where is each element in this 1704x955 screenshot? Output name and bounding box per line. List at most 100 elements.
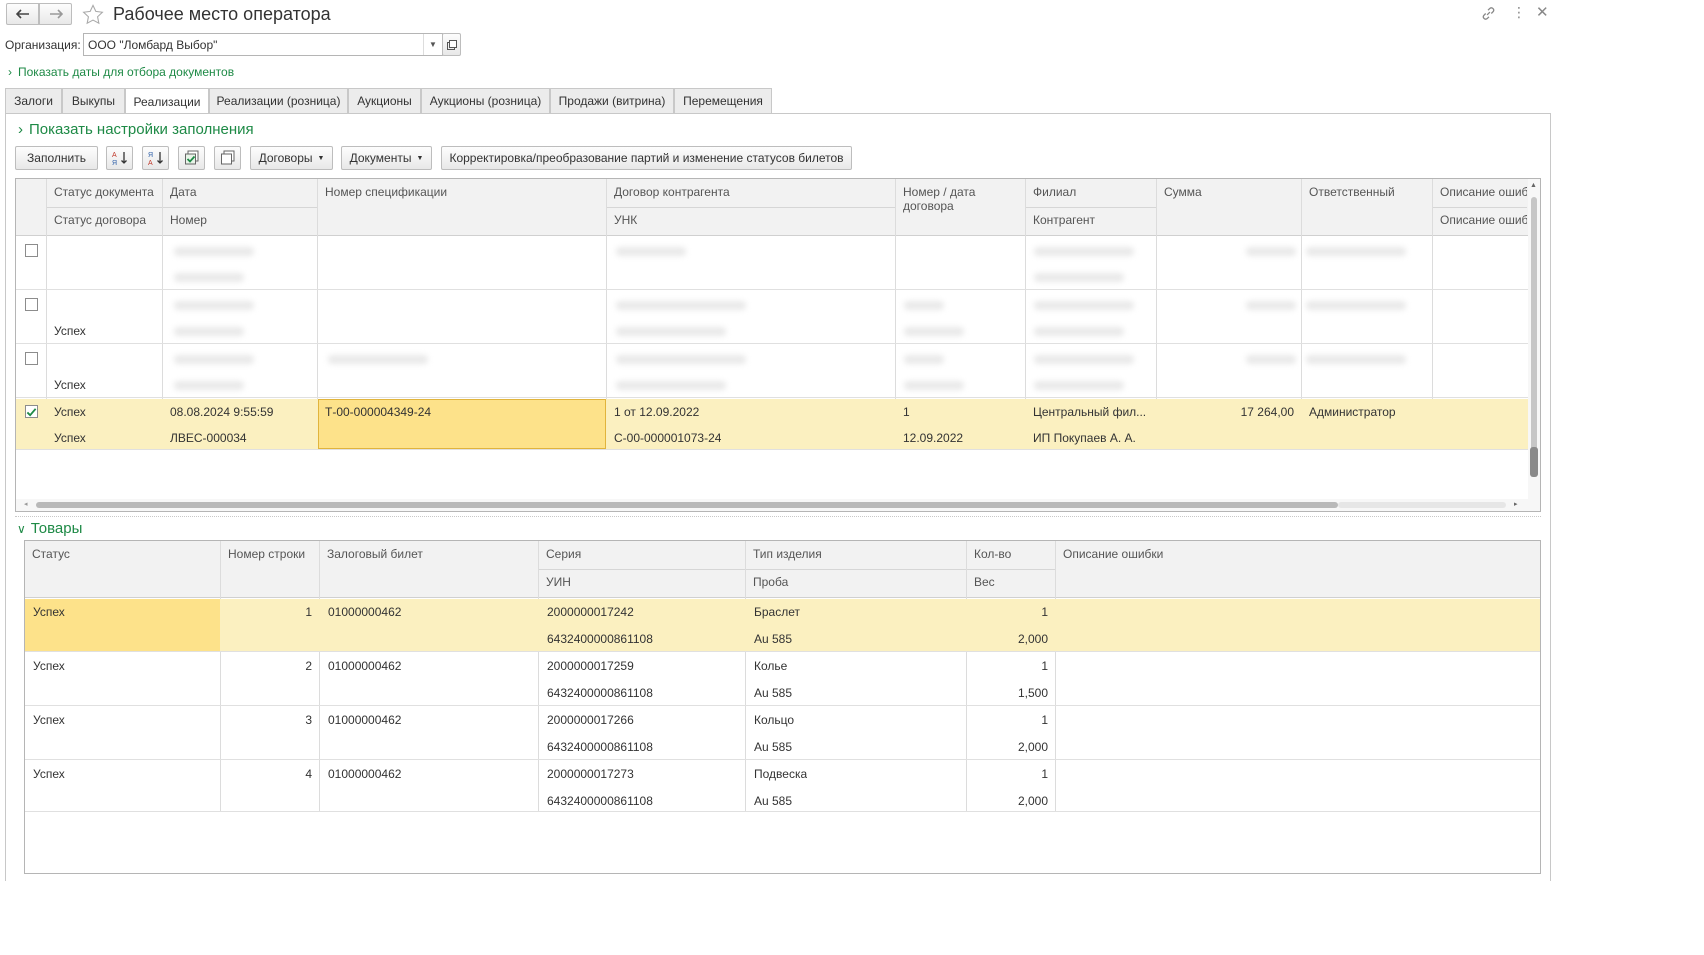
sort-asc-button[interactable]: AЯ (106, 146, 133, 170)
table-row[interactable] (16, 237, 1528, 290)
blurred-content (616, 355, 746, 364)
sort-descending-icon: ЯA (148, 152, 163, 166)
row-checkbox[interactable] (25, 298, 38, 311)
check-all-button[interactable] (178, 146, 205, 170)
scroll-left-arrow-icon[interactable]: ◂ (24, 500, 28, 508)
col-header-responsible[interactable]: Ответственный (1302, 180, 1432, 204)
tab-realizatsii-roznitsa[interactable]: Реализации (розница) (209, 88, 348, 113)
branch-cell: Центральный фил... (1033, 405, 1147, 419)
more-menu-icon[interactable]: ⋮ (1512, 4, 1526, 21)
correction-button[interactable]: Корректировка/преобразование партий и из… (441, 146, 852, 170)
line-number-cell: 1 (305, 605, 312, 619)
svg-text:Я: Я (148, 152, 153, 159)
col-header-date[interactable]: Дата (163, 180, 317, 204)
col-header-branch[interactable]: Филиал (1026, 180, 1156, 204)
col-header-series[interactable]: Серия (539, 542, 745, 566)
col-header-unk[interactable]: УНК (607, 208, 895, 232)
col-header-probe[interactable]: Проба (746, 570, 965, 594)
tab-vykupy[interactable]: Выкупы (62, 88, 125, 113)
uin-cell: 6432400000861108 (547, 794, 653, 808)
col-header-error-description[interactable]: Описание ошибки (1056, 542, 1256, 566)
documents-grid[interactable]: Статус документа Статус договора Дата Но… (15, 178, 1541, 512)
col-header-counterparty[interactable]: Контрагент (1026, 208, 1156, 232)
col-header-uin[interactable]: УИН (539, 570, 745, 594)
table-row-selected[interactable]: Успех Успех 08.08.2024 9:55:59 ЛВЕС-0000… (16, 399, 1528, 450)
col-header-status[interactable]: Статус (25, 542, 219, 566)
table-row-selected[interactable]: Успех 1 01000000462 2000000017242 643240… (25, 599, 1540, 652)
scroll-right-arrow-icon[interactable]: ▸ (1514, 500, 1518, 508)
blurred-content (1034, 247, 1134, 256)
tab-auktsiony[interactable]: Аукционы (348, 88, 421, 113)
documents-dropdown[interactable]: Документы ▼ (341, 146, 432, 170)
forward-button[interactable] (39, 3, 72, 25)
close-icon[interactable]: ✕ (1536, 3, 1549, 21)
org-field[interactable]: ООО "Ломбард Выбор" ▼ (83, 33, 443, 56)
col-header-contract-status[interactable]: Статус договора (47, 208, 163, 232)
blurred-content (1034, 327, 1124, 336)
chevron-right-icon: › (8, 65, 12, 79)
contracts-dropdown[interactable]: Договоры ▼ (250, 146, 333, 170)
table-row[interactable]: Успех 3 01000000462 2000000017266 643240… (25, 707, 1540, 760)
uncheck-all-button[interactable] (214, 146, 241, 170)
col-header-weight[interactable]: Вес (967, 570, 1055, 594)
row-checkbox[interactable] (25, 244, 38, 257)
col-header-line-number[interactable]: Номер строки (221, 542, 318, 566)
row-checkbox[interactable] (25, 352, 38, 365)
scrollbar-thumb[interactable] (36, 502, 1338, 508)
chevron-down-icon[interactable]: ▼ (423, 34, 442, 55)
col-header-doc-status[interactable]: Статус документа (47, 180, 163, 204)
fill-settings-link[interactable]: › Показать настройки заполнения (18, 121, 254, 138)
goods-grid[interactable]: Статус Номер строки Залоговый билет Сери… (24, 540, 1541, 874)
sum-cell: 17 264,00 (1240, 405, 1294, 419)
blurred-content (1034, 381, 1124, 390)
back-button[interactable] (6, 3, 39, 25)
blurred-content (904, 301, 944, 310)
scroll-up-arrow-icon[interactable]: ▲ (1530, 182, 1537, 189)
blurred-content (174, 247, 254, 256)
weight-cell: 2,000 (1017, 740, 1048, 754)
star-icon[interactable] (82, 4, 104, 25)
vertical-scrollbar[interactable]: ▲ (1528, 179, 1540, 499)
table-row[interactable]: Успех (16, 291, 1528, 344)
series-cell: 2000000017273 (547, 767, 634, 781)
link-icon[interactable] (1481, 6, 1496, 21)
tab-auktsiony-roznitsa[interactable]: Аукционы (розница) (421, 88, 550, 113)
tab-realizatsii[interactable]: Реализации (125, 88, 209, 114)
sort-ascending-icon: AЯ (112, 152, 127, 166)
scrollbar-thumb[interactable] (1531, 197, 1537, 477)
ticket-cell: 01000000462 (328, 605, 402, 619)
col-header-pledge-ticket[interactable]: Залоговый билет (320, 542, 538, 566)
row-checkbox-checked[interactable] (25, 405, 38, 418)
table-row[interactable]: Успех 4 01000000462 2000000017273 643240… (25, 761, 1540, 812)
type-cell: Кольцо (754, 713, 795, 727)
table-row[interactable]: Успех 2 01000000462 2000000017259 643240… (25, 653, 1540, 706)
goods-section-toggle[interactable]: ∨ Товары (17, 520, 82, 537)
col-header-contract-no-date[interactable]: Номер / дата договора (896, 180, 986, 218)
col-header-sum[interactable]: Сумма (1157, 180, 1301, 204)
col-header-item-type[interactable]: Тип изделия (746, 542, 965, 566)
col-header-spec-number[interactable]: Номер спецификации (318, 180, 606, 204)
col-header-contract[interactable]: Договор контрагента (607, 180, 895, 204)
tab-prodazhi-vitrina[interactable]: Продажи (витрина) (550, 88, 674, 113)
scrollbar-thumb-end[interactable] (1530, 447, 1538, 477)
contract-no-cell: 1 (903, 405, 910, 419)
col-header-error-desc[interactable]: Описание ошиб (1433, 180, 1527, 204)
open-icon (446, 39, 457, 50)
show-dates-link[interactable]: › Показать даты для отбора документов (8, 65, 234, 79)
contract-status-cell: Успех (54, 431, 86, 445)
tab-peremeshcheniya[interactable]: Перемещения (674, 88, 772, 113)
sort-desc-button[interactable]: ЯA (142, 146, 169, 170)
col-header-number[interactable]: Номер (163, 208, 317, 232)
header-divider (606, 207, 895, 208)
horizontal-scrollbar[interactable]: ◂ ▸ (16, 499, 1540, 511)
open-org-button[interactable] (442, 33, 461, 56)
table-row[interactable]: Успех (16, 345, 1528, 398)
col-header-error-desc-2[interactable]: Описание ошиб (1433, 208, 1527, 232)
spec-number-cell-selected[interactable]: Т-00-000004349-24 (318, 399, 606, 449)
series-cell: 2000000017242 (547, 605, 634, 619)
tab-zalogi[interactable]: Залоги (5, 88, 62, 113)
col-header-qty[interactable]: Кол-во (967, 542, 1055, 566)
svg-text:A: A (148, 160, 153, 166)
fill-button[interactable]: Заполнить (15, 146, 98, 170)
probe-cell: Au 585 (754, 632, 793, 646)
